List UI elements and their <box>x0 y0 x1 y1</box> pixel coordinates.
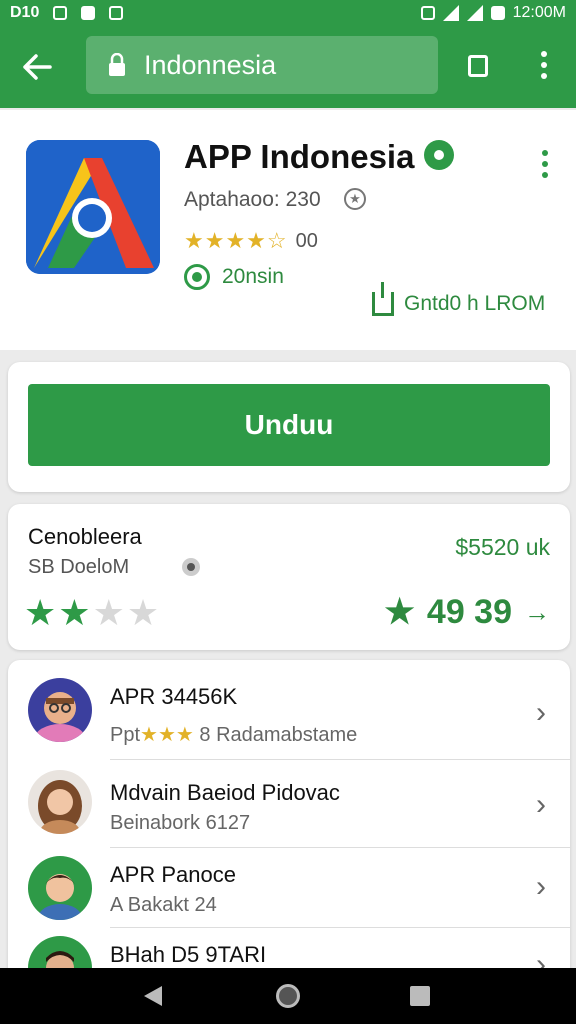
star-icon[interactable]: ★ <box>93 592 127 633</box>
menu-dot <box>541 73 547 79</box>
review-list: APR 34456K Ppt★★★ 8 Radamabstame › Mdvai… <box>8 660 570 990</box>
chevron-right-icon: › <box>536 788 546 821</box>
item-subtitle: Beinabork 6127 <box>110 812 251 834</box>
cast-icon <box>109 6 124 20</box>
status-left: D10 <box>10 4 124 22</box>
review-title: Cenobleera <box>28 524 142 549</box>
nav-home-icon[interactable] <box>276 984 300 1008</box>
overflow-menu-icon <box>541 51 547 57</box>
avatar-boy-icon <box>28 856 92 920</box>
chevron-right-icon: › <box>536 696 546 729</box>
item-sub-prefix: Ppt <box>110 724 141 746</box>
menu-dot <box>542 172 548 178</box>
review-stars[interactable]: ★★★★ <box>24 592 161 634</box>
nav-recents-icon[interactable] <box>410 986 430 1006</box>
item-sub-text: 8 Radamabstame <box>199 724 358 746</box>
developer-name[interactable]: Aptahaoo: 230 <box>184 188 321 212</box>
size-text: Gntd0 h LROM <box>404 292 546 315</box>
radio-icon[interactable] <box>182 558 200 576</box>
score-text: 49 39 <box>426 592 512 631</box>
rating-row: ★★★★☆ 00 <box>184 228 318 254</box>
item-title: Mdvain Baeiod Pidovac <box>110 780 340 805</box>
tab-switcher-icon <box>468 55 488 77</box>
avatar-man-glasses-icon <box>28 678 92 742</box>
install-row: 20nsin <box>184 264 284 290</box>
wifi-icon <box>442 5 459 21</box>
avatar <box>28 770 92 834</box>
item-subtitle: A Bakakt 24 <box>110 894 217 916</box>
review-subtitle: SB DoeloM <box>28 556 130 578</box>
alarm-icon <box>420 6 435 20</box>
lock-icon <box>109 53 125 76</box>
app-logo-icon <box>26 140 160 274</box>
install-icon <box>184 264 210 290</box>
chevron-right-icon: › <box>536 870 546 903</box>
star-icon[interactable]: ★ <box>24 592 58 633</box>
navigation-bar <box>0 968 576 1024</box>
avatar-woman-icon <box>28 770 92 834</box>
star-icon[interactable]: ★ <box>58 592 92 633</box>
app-title: APP Indonesia <box>184 138 415 175</box>
app-icon[interactable] <box>26 140 160 274</box>
rating-text: 00 <box>295 229 318 252</box>
notification-icon <box>81 6 96 20</box>
url-text: Indonnesia <box>144 49 277 80</box>
sim-icon <box>53 6 68 20</box>
item-subtitle: Ppt★★★ 8 Radamabstame <box>110 722 357 747</box>
overflow-menu-button[interactable] <box>524 42 564 88</box>
signal-icon <box>466 5 483 21</box>
star-score-icon: ★ <box>384 593 415 631</box>
back-arrow-icon <box>23 54 52 80</box>
app-menu-icon <box>542 150 548 156</box>
status-bar: D10 12:00M <box>0 0 576 26</box>
app-header: APP Indonesia Aptahaoo: 230 ★ ★★★★☆ 00 2… <box>0 110 576 350</box>
app-bar: Indonnesia <box>0 26 576 108</box>
url-bar[interactable]: Indonnesia <box>86 36 438 94</box>
download-button[interactable]: Unduu <box>28 384 550 466</box>
item-title: BHah D5 9TARI <box>110 942 267 967</box>
status-time: 12:00M <box>512 4 566 21</box>
menu-dot <box>542 161 548 167</box>
download-card: Unduu <box>8 362 570 492</box>
avatar <box>28 678 92 742</box>
status-left-text: D10 <box>10 4 40 21</box>
list-item[interactable]: Mdvain Baeiod Pidovac Beinabork 6127 › <box>8 760 570 848</box>
menu-dot <box>541 62 547 68</box>
back-button[interactable] <box>0 26 74 108</box>
star-icon[interactable]: ★ <box>127 592 161 633</box>
rating-stars: ★★★★☆ <box>184 228 288 253</box>
list-item[interactable]: APR 34456K Ppt★★★ 8 Radamabstame › <box>8 660 570 760</box>
review-score[interactable]: ★ 49 39 → <box>384 592 550 632</box>
size-row[interactable]: Gntd0 h LROM <box>372 282 546 316</box>
battery-icon <box>490 6 505 20</box>
avatar <box>28 856 92 920</box>
item-title: APR Panoce <box>110 862 236 887</box>
share-icon <box>372 282 394 316</box>
tab-switcher-button[interactable] <box>456 44 500 88</box>
review-card[interactable]: Cenobleera SB DoeloM $5520 uk ★★★★ ★ 49 … <box>8 504 570 650</box>
install-count: 20nsin <box>222 265 284 288</box>
verified-icon <box>424 140 454 170</box>
review-price: $5520 uk <box>455 534 550 560</box>
status-right: 12:00M <box>420 4 566 22</box>
nav-back-icon[interactable] <box>144 986 162 1006</box>
app-menu-button[interactable] <box>530 144 560 184</box>
arrow-right-icon: → <box>524 596 550 627</box>
item-title: APR 34456K <box>110 684 238 709</box>
list-item[interactable]: APR Panoce A Bakakt 24 › <box>8 848 570 928</box>
info-icon[interactable]: ★ <box>344 188 366 210</box>
item-sub-stars: ★★★ <box>140 724 194 746</box>
